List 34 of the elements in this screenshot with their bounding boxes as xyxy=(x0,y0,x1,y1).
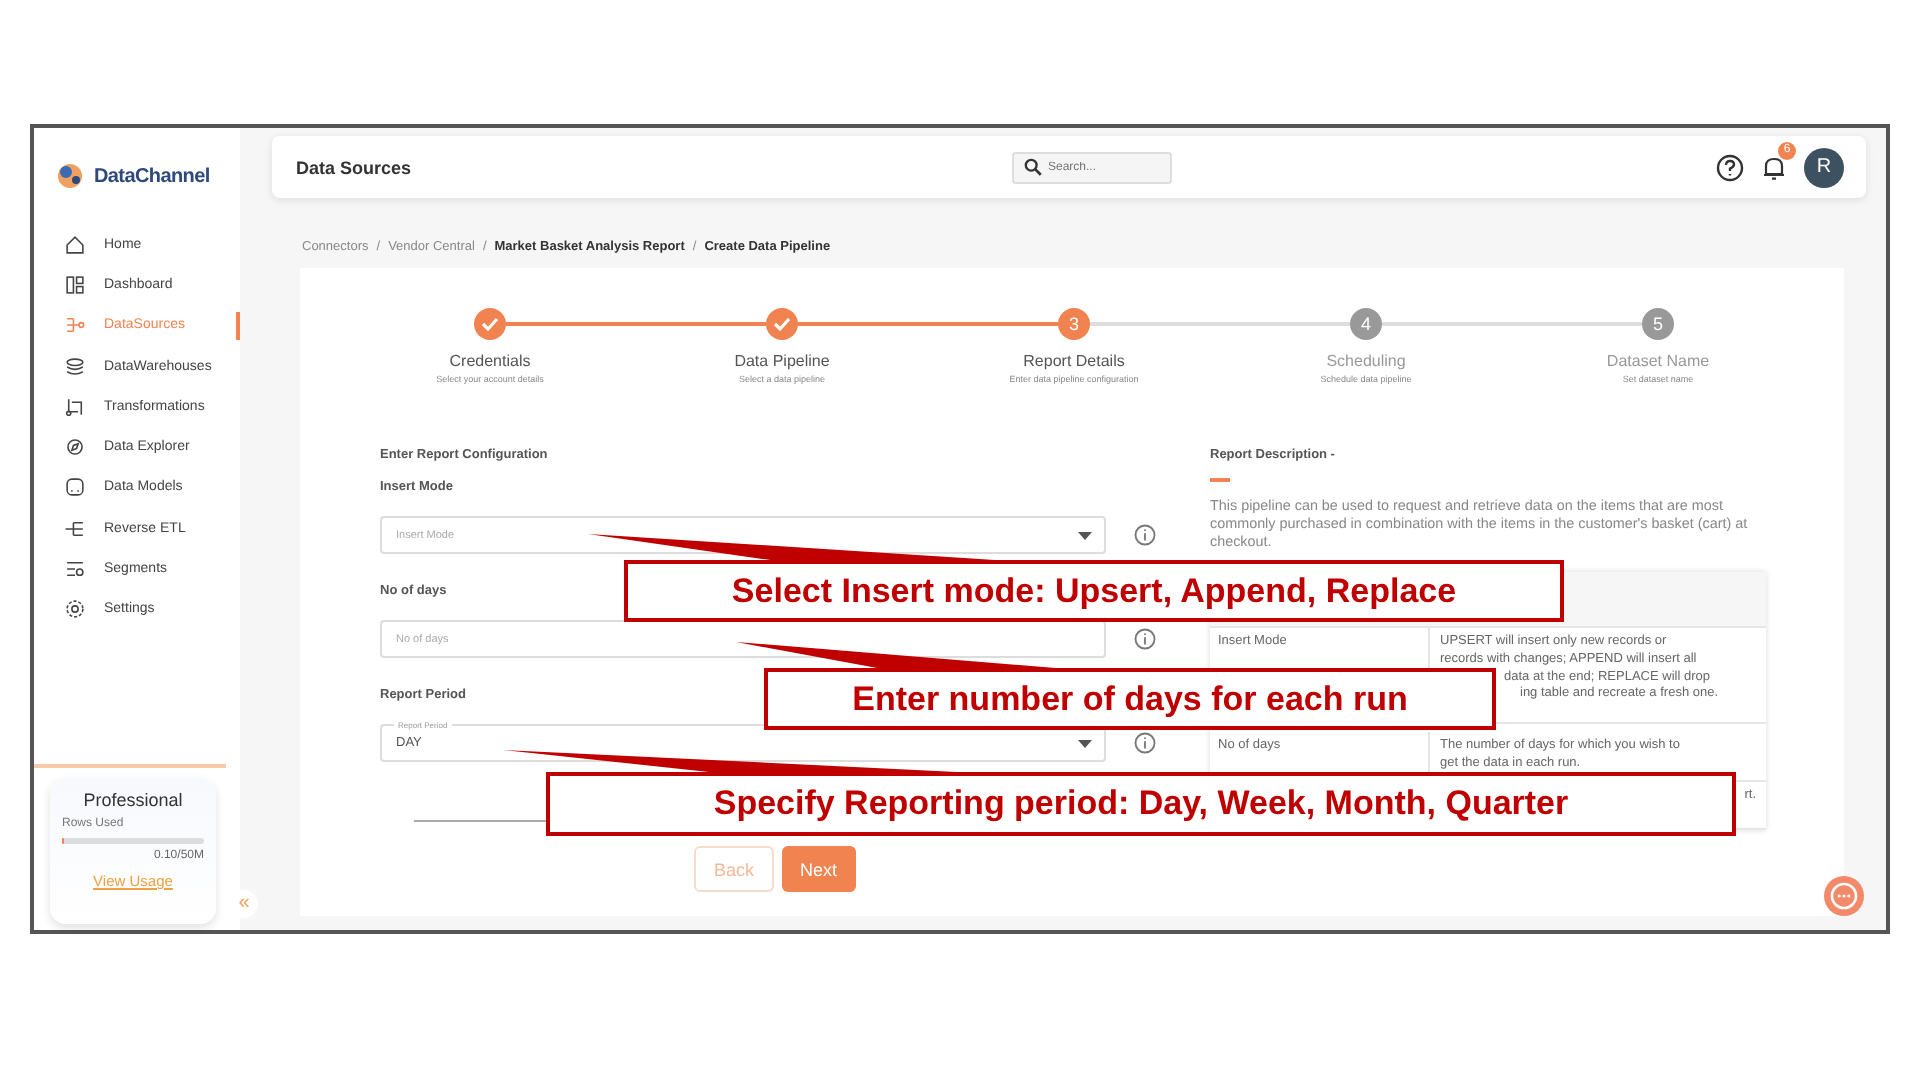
chat-icon[interactable] xyxy=(1824,876,1864,916)
step-number: 3 xyxy=(1058,308,1090,340)
bell-icon[interactable] xyxy=(1760,153,1788,181)
box-icon xyxy=(64,476,86,499)
step-label: Data Pipeline xyxy=(734,352,830,370)
annotation-tooltip: Select Insert mode: Upsert, Append, Replace xyxy=(624,560,1564,622)
page-title: Data Sources xyxy=(296,157,414,177)
compass-icon xyxy=(64,436,86,459)
logo-icon xyxy=(54,160,86,192)
step-label: Scheduling xyxy=(1326,352,1406,370)
logo-text: DataChannel xyxy=(94,165,210,187)
home-icon xyxy=(64,233,86,256)
info-icon[interactable] xyxy=(1134,524,1156,546)
step-label: Credentials xyxy=(449,352,531,370)
annotation-tooltip: Specify Reporting period: Day, Week, Month, Quarter xyxy=(546,772,1736,836)
stack-icon xyxy=(64,355,86,378)
user-avatar[interactable]: R xyxy=(1804,147,1844,187)
list-search-icon xyxy=(64,558,86,581)
caret-icon xyxy=(1078,739,1092,747)
flow-icon xyxy=(64,314,86,337)
step-label: Dataset Name xyxy=(1606,352,1710,370)
step-label: Report Details xyxy=(1023,352,1125,370)
step-number: 4 xyxy=(1350,308,1382,340)
gear-icon xyxy=(64,598,86,621)
help-icon[interactable] xyxy=(1716,153,1744,181)
info-icon[interactable] xyxy=(1134,628,1156,650)
search-icon xyxy=(1024,158,1042,176)
step-number: 5 xyxy=(1642,308,1674,340)
annotation-tooltip: Enter number of days for each run xyxy=(764,668,1496,730)
info-icon[interactable] xyxy=(1134,732,1156,754)
branch-icon xyxy=(64,517,86,540)
plan-title: Professional xyxy=(81,789,185,810)
caret-icon xyxy=(1078,531,1092,539)
dashboard-icon xyxy=(64,273,86,296)
